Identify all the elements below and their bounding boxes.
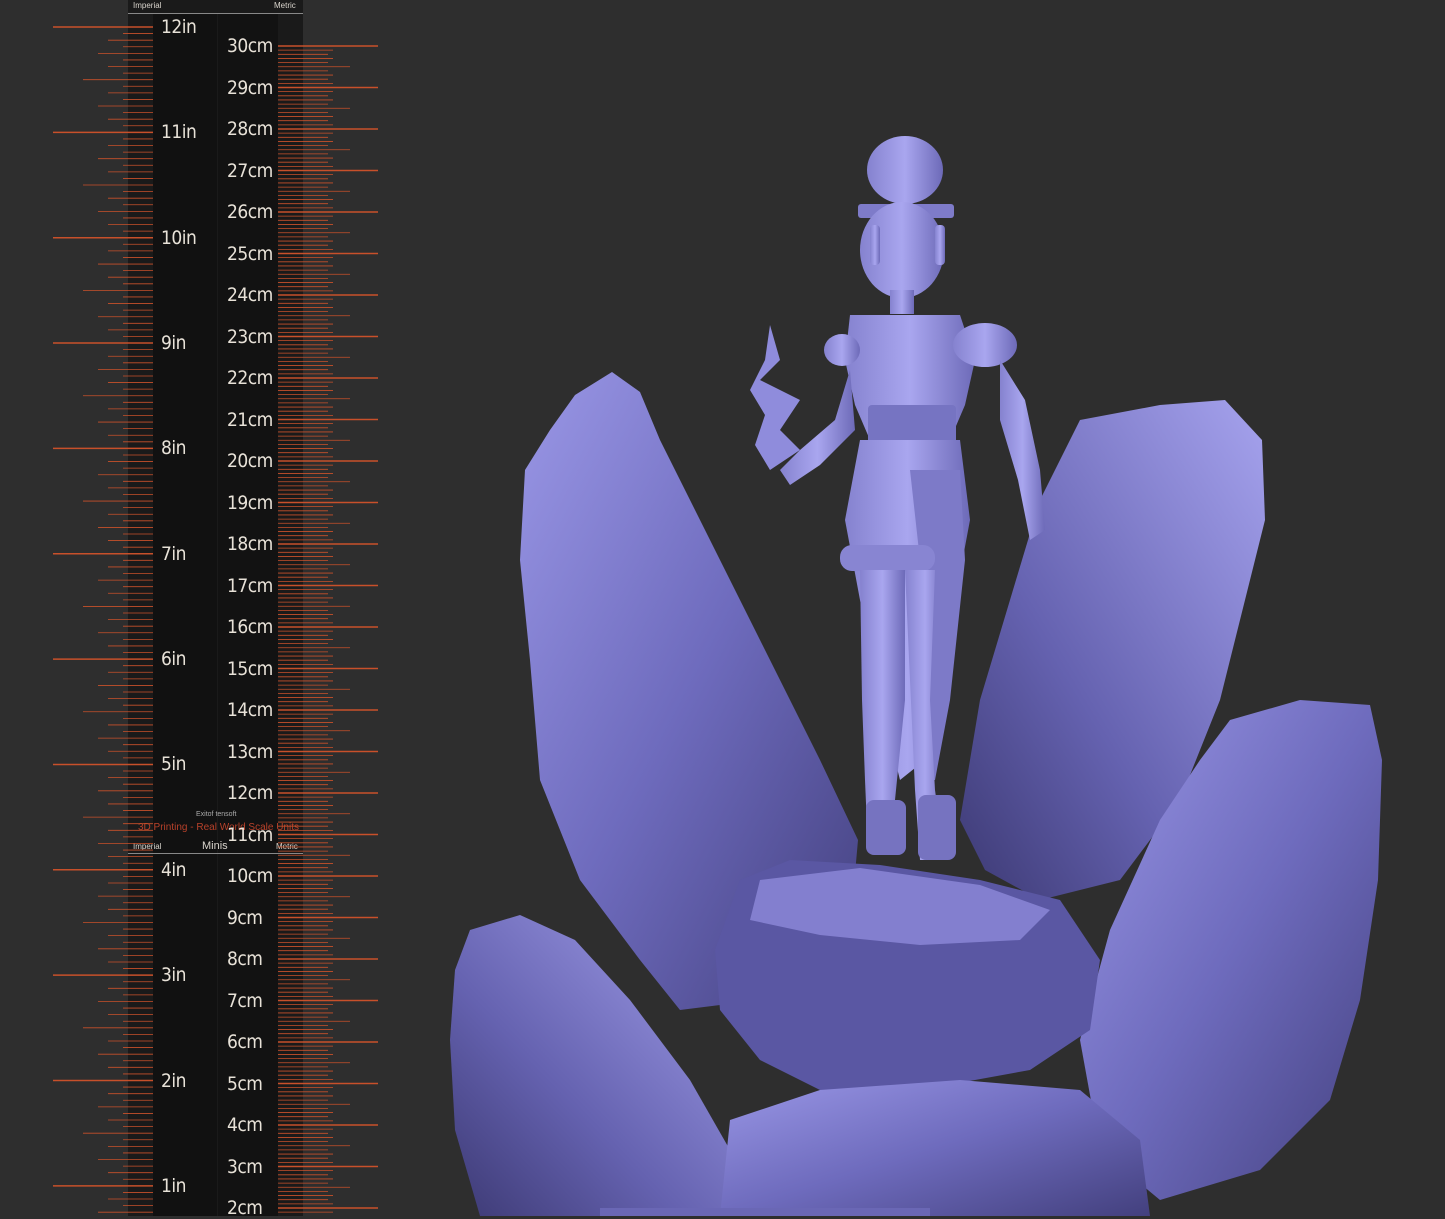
render-viewport: Imperial Metric Imperial Minis Metric Ex… (0, 0, 1445, 1218)
base-rock (720, 1080, 1150, 1216)
model-render (450, 136, 1382, 1216)
base-plate (600, 1208, 930, 1216)
